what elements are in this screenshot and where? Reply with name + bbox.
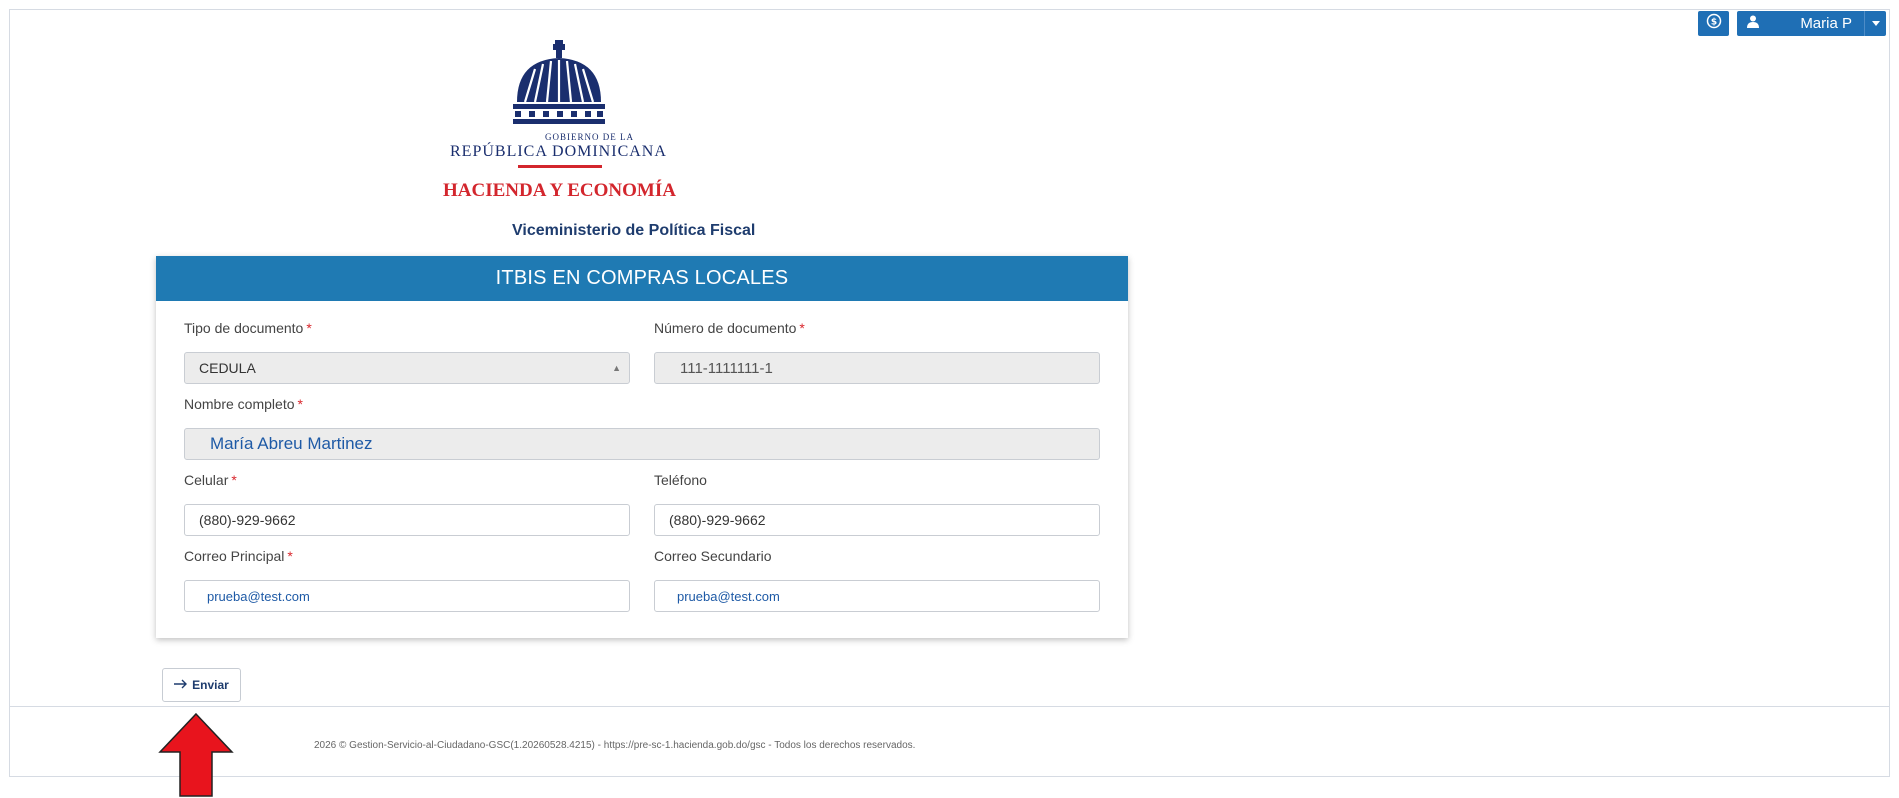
correo-secundario-label: Correo Secundario — [654, 548, 772, 564]
arrow-right-icon — [174, 678, 188, 692]
required-mark: * — [306, 320, 312, 336]
nombre-completo-input[interactable]: María Abreu Martinez — [184, 428, 1100, 460]
celular-value: (880)-929-9662 — [199, 512, 296, 528]
enviar-label: Enviar — [192, 678, 229, 692]
correo-principal-input[interactable]: prueba@test.com — [184, 580, 630, 612]
tipo-documento-label: Tipo de documento — [184, 320, 304, 336]
svg-text:$: $ — [1710, 18, 1716, 28]
logo-divider — [518, 165, 602, 168]
telefono-field: Teléfono (880)-929-9662 — [654, 472, 1100, 536]
caret-down-icon[interactable] — [1864, 11, 1886, 36]
user-icon — [1747, 15, 1759, 33]
tipo-documento-field: Tipo de documento * CEDULA ▲ — [184, 320, 630, 384]
nombre-completo-label: Nombre completo — [184, 396, 295, 412]
numero-documento-value: 111-1111111-1 — [680, 359, 773, 377]
required-mark: * — [297, 396, 303, 412]
telefono-input[interactable]: (880)-929-9662 — [654, 504, 1100, 536]
user-menu-button[interactable]: Maria P — [1737, 11, 1886, 36]
dome-emblem-icon — [513, 40, 605, 124]
correo-secundario-field: Correo Secundario prueba@test.com — [654, 548, 1100, 612]
nombre-completo-value: María Abreu Martinez — [210, 434, 373, 453]
top-bar: $ Maria P — [1698, 11, 1886, 36]
nombre-completo-field: Nombre completo * María Abreu Martinez — [184, 396, 1100, 460]
telefono-value: (880)-929-9662 — [669, 512, 766, 528]
celular-label: Celular — [184, 472, 229, 488]
celular-input[interactable]: (880)-929-9662 — [184, 504, 630, 536]
celular-field: Celular * (880)-929-9662 — [184, 472, 630, 536]
tipo-documento-select[interactable]: CEDULA ▲ — [184, 352, 630, 384]
logo-gov-big: REPÚBLICA DOMINICANA — [450, 143, 667, 160]
numero-documento-field: Número de documento * 111-1111111-1 — [654, 320, 1100, 384]
numero-documento-input[interactable]: 111-1111111-1 — [654, 352, 1100, 384]
required-mark: * — [231, 472, 237, 488]
required-mark: * — [799, 320, 805, 336]
form-title: ITBIS EN COMPRAS LOCALES — [156, 256, 1128, 301]
correo-principal-label: Correo Principal — [184, 548, 285, 564]
correo-principal-value: prueba@test.com — [207, 588, 310, 604]
correo-principal-field: Correo Principal * prueba@test.com — [184, 548, 630, 612]
required-mark: * — [287, 548, 293, 564]
government-logo: GOBIERNO DE LA REPÚBLICA DOMINICANA HACI… — [443, 40, 676, 201]
footer-text: 2026 © Gestion-Servicio-al-Ciudadano-GSC… — [314, 740, 916, 751]
logo-ministry: HACIENDA Y ECONOMÍA — [443, 180, 676, 201]
currency-button[interactable]: $ — [1698, 11, 1729, 36]
logo-gov-small: GOBIERNO DE LA — [545, 132, 634, 142]
page-subtitle: Viceministerio de Política Fiscal — [512, 222, 756, 239]
telefono-label: Teléfono — [654, 472, 707, 488]
numero-documento-label: Número de documento — [654, 320, 797, 336]
user-name: Maria P — [1800, 15, 1852, 32]
annotation-arrow-icon — [158, 712, 234, 797]
currency-dollar-icon: $ — [1706, 13, 1722, 34]
select-arrow-icon: ▲ — [612, 363, 621, 373]
form-card: ITBIS EN COMPRAS LOCALES Tipo de documen… — [156, 256, 1128, 638]
correo-secundario-input[interactable]: prueba@test.com — [654, 580, 1100, 612]
correo-secundario-value: prueba@test.com — [677, 588, 780, 604]
enviar-button[interactable]: Enviar — [162, 668, 241, 702]
footer-divider — [10, 706, 1889, 707]
tipo-documento-value: CEDULA — [199, 360, 256, 376]
